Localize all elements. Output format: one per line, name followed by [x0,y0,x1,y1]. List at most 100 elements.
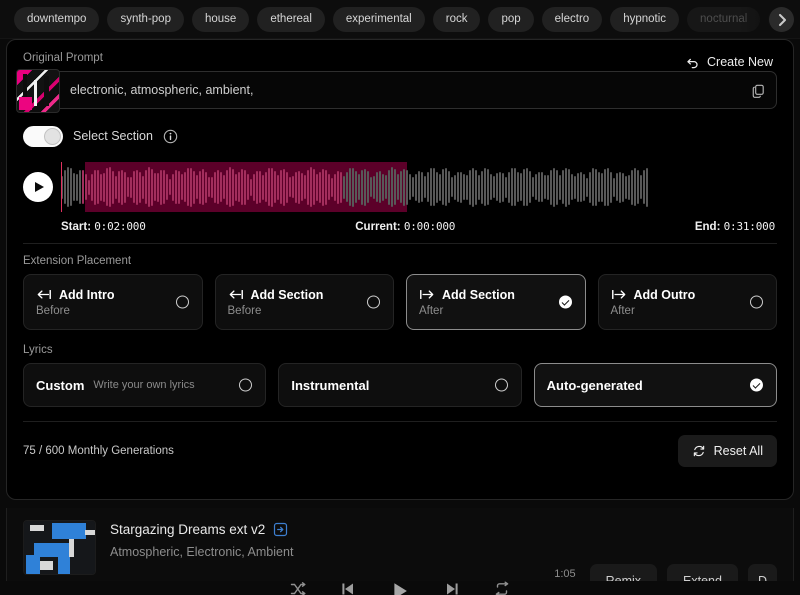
waveform-bar [634,168,636,206]
waveform-bar [358,174,360,200]
waveform-canvas[interactable] [61,162,777,212]
tagbar-scroll-right-button[interactable] [769,7,794,32]
genre-tag[interactable]: house [192,7,249,32]
waveform-bar [397,174,399,200]
arrow-right-from-bar-icon [611,288,627,301]
waveform-bar [67,167,69,207]
waveform-bar [202,169,204,205]
waveform-bar [622,173,624,202]
create-new-button[interactable]: Create New [682,53,777,71]
genre-tag[interactable]: synth-pop [107,7,184,32]
waveform-bar [499,172,501,203]
genre-tag[interactable]: electro [542,7,603,32]
waveform-bar [547,175,549,200]
waveform-bar [148,167,150,207]
waveform-bar [286,172,288,203]
waveform-bar [550,170,552,205]
genre-tag[interactable]: experimental [333,7,425,32]
original-prompt-input[interactable]: electronic, atmospheric, ambient, [23,71,777,109]
waveform-bar [70,168,72,206]
waveform-bar [604,169,606,206]
waveform-bar [211,177,213,198]
genre-tag[interactable]: rock [433,7,481,32]
placement-option-card[interactable]: Add SectionAfter [406,274,586,330]
placement-option-radio[interactable] [750,296,763,309]
undo-arrow-icon [686,55,700,69]
placement-option-card[interactable]: Add IntroBefore [23,274,203,330]
waveform-bar [373,176,375,199]
waveform-bar [583,174,585,201]
waveform-bar [556,170,558,205]
select-section-toggle[interactable] [23,126,63,147]
shuffle-icon[interactable] [290,581,306,595]
waveform-bar [283,169,285,206]
waveform-bar [517,172,519,202]
waveform-bar [406,170,408,205]
placement-option-radio[interactable] [176,296,189,309]
lyrics-option-radio[interactable] [495,379,508,392]
waveform-bar [496,173,498,201]
waveform-bar [241,169,243,205]
lyrics-option-card[interactable]: Auto-generated [534,363,777,407]
genre-tag[interactable]: nocturnal [687,7,760,32]
waveform-time-readouts: Start: 0:02:000 Current: 0:00:000 End: 0… [23,216,777,233]
waveform-bar [328,174,330,200]
waveform-bar [91,174,93,201]
waveform-bar [382,174,384,201]
waveform-bar [610,172,612,203]
waveform-play-button[interactable] [23,172,53,202]
waveform-bar [280,170,282,204]
genre-tag[interactable]: hypnotic [610,7,679,32]
lyrics-option-radio[interactable] [239,379,252,392]
genre-tag[interactable]: ethereal [257,7,325,32]
genre-tag[interactable]: downtempo [14,7,99,32]
current-time-label: Current: [355,221,400,233]
play-icon[interactable] [390,581,410,595]
waveform-bar [205,172,207,203]
current-time: Current: 0:00:000 [146,220,695,233]
player-transport-bar [0,581,800,595]
lyrics-option-card[interactable]: Instrumental [278,363,521,407]
waveform-bar [577,173,579,202]
waveform-bar [247,174,249,200]
lyrics-option-card[interactable]: CustomWrite your own lyrics [23,363,266,407]
waveform-bar [256,171,258,204]
waveform-bar [388,170,390,205]
waveform-bar [142,176,144,199]
refresh-icon [692,444,706,458]
waveform-bar [136,170,138,205]
waveform-bar [334,174,336,201]
lyrics-option-title: Auto-generated [547,378,643,393]
waveform-bar [145,170,147,204]
waveform-start-marker[interactable] [61,162,62,212]
placement-option-card[interactable]: Add SectionBefore [215,274,395,330]
info-icon[interactable] [163,129,178,144]
next-track-icon[interactable] [444,581,460,595]
waveform-bar [226,170,228,205]
placement-option-card[interactable]: Add OutroAfter [598,274,778,330]
copy-icon[interactable] [751,83,766,98]
panel-footer: 75 / 600 Monthly Generations Reset All [23,435,777,467]
waveform-bar [232,169,234,206]
previous-track-icon[interactable] [340,581,356,595]
waveform-bar [265,172,267,202]
placement-option-radio[interactable] [367,296,380,309]
waveform-bar [337,171,339,204]
placement-option-radio[interactable] [559,296,572,309]
repeat-icon[interactable] [494,581,510,595]
waveform-bar [445,168,447,206]
waveform-bar [133,171,135,203]
waveform-bar [646,168,648,207]
waveform-bar [595,169,597,206]
waveform-bar [451,177,453,197]
end-time: End: 0:31:000 [695,220,775,233]
arrow-right-from-bar-icon [419,288,435,301]
waveform-bar [367,171,369,203]
waveform-bar [574,176,576,199]
lyrics-option-radio[interactable] [750,379,763,392]
waveform-bar [484,168,486,206]
open-external-icon[interactable] [273,522,288,537]
reset-all-button[interactable]: Reset All [678,435,777,467]
waveform-bar [460,172,462,203]
genre-tag[interactable]: pop [488,7,533,32]
